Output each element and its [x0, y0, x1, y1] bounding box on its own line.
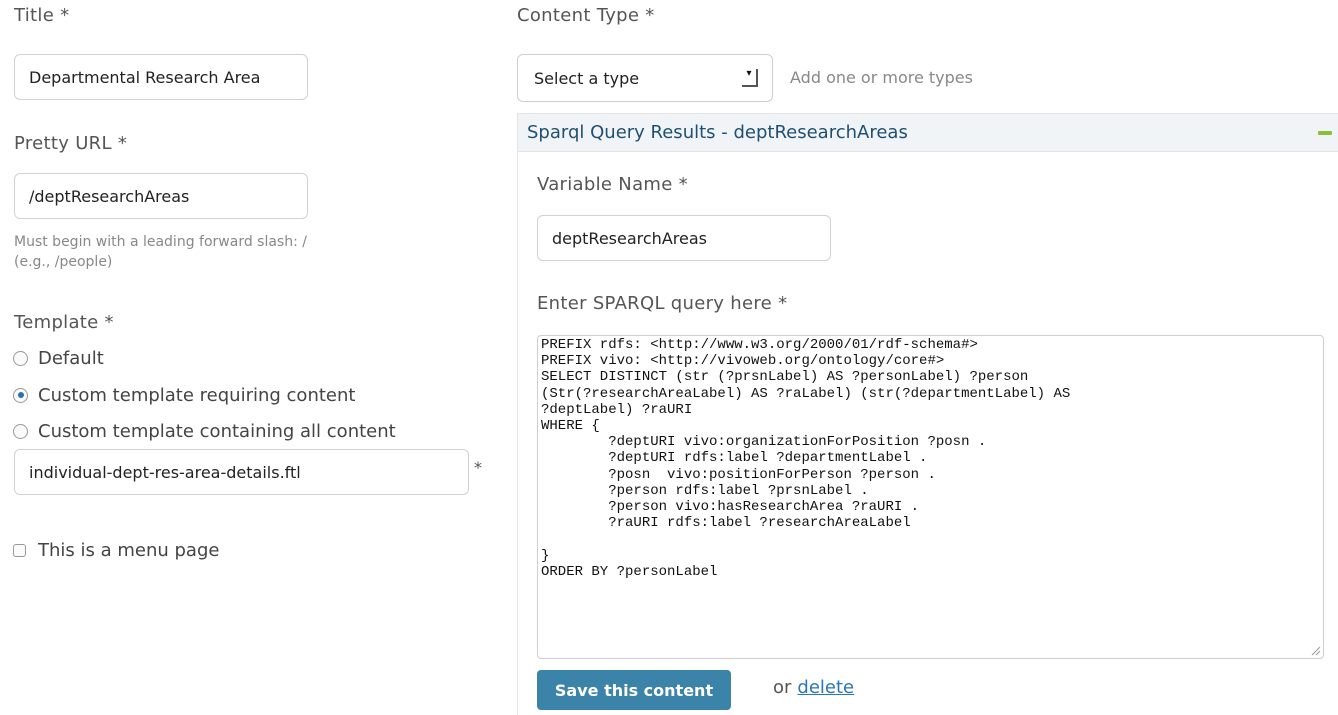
template-option-default[interactable]: Default [7, 340, 104, 376]
content-type-hint: Add one or more types [790, 68, 973, 87]
delete-link[interactable]: delete [797, 677, 854, 698]
panel-header: Sparql Query Results - deptResearchAreas [518, 114, 1338, 152]
variable-name-input[interactable]: deptResearchAreas [537, 215, 831, 261]
menu-page-checkbox-row[interactable]: This is a menu page [7, 532, 219, 568]
resize-handle-icon[interactable] [1309, 644, 1321, 656]
title-label: Title * [14, 5, 70, 26]
menu-page-checkbox[interactable] [13, 543, 26, 557]
pretty-url-label: Pretty URL * [14, 133, 128, 154]
content-type-label: Content Type * [517, 5, 655, 26]
radio-custom-containing[interactable] [13, 423, 28, 439]
radio-custom-requiring[interactable] [13, 387, 28, 403]
template-label: Template * [14, 312, 114, 333]
custom-template-required-marker: * [474, 458, 482, 477]
sparql-query-label: Enter SPARQL query here * [537, 293, 788, 314]
custom-template-input[interactable]: individual-dept-res-area-details.ftl [14, 449, 469, 495]
or-delete-group: or delete [773, 677, 854, 698]
collapse-icon[interactable] [1318, 131, 1332, 135]
variable-name-label: Variable Name * [537, 174, 688, 195]
template-option-custom-requiring[interactable]: Custom template requiring content [7, 377, 355, 413]
template-option-custom-requiring-label: Custom template requiring content [38, 384, 356, 406]
title-input[interactable]: Departmental Research Area [14, 54, 308, 100]
radio-default[interactable] [13, 350, 28, 366]
save-content-button[interactable]: Save this content [537, 670, 731, 710]
template-option-custom-containing-label: Custom template containing all content [38, 420, 396, 442]
content-type-selected-value: Select a type [534, 68, 640, 88]
content-type-select[interactable]: Select a type ▾ [517, 54, 773, 102]
panel-title: Sparql Query Results - deptResearchAreas [527, 122, 908, 143]
pretty-url-hint-line1: Must begin with a leading forward slash:… [14, 234, 307, 250]
pretty-url-hint-line2: (e.g., /people) [14, 254, 113, 270]
dropdown-arrow-icon[interactable]: ▾ [742, 69, 758, 87]
menu-page-label: This is a menu page [38, 539, 220, 561]
pretty-url-input[interactable]: /deptResearchAreas [14, 173, 308, 219]
sparql-query-textarea[interactable]: PREFIX rdfs: <http://www.w3.org/2000/01/… [537, 335, 1324, 659]
template-option-custom-containing[interactable]: Custom template containing all content [7, 413, 396, 449]
sparql-query-text: PREFIX rdfs: <http://www.w3.org/2000/01/… [541, 337, 1071, 580]
or-text: or [773, 677, 792, 698]
template-option-default-label: Default [38, 347, 104, 369]
pretty-url-hint: Must begin with a leading forward slash:… [14, 232, 307, 272]
sparql-results-panel: Sparql Query Results - deptResearchAreas… [517, 113, 1338, 715]
